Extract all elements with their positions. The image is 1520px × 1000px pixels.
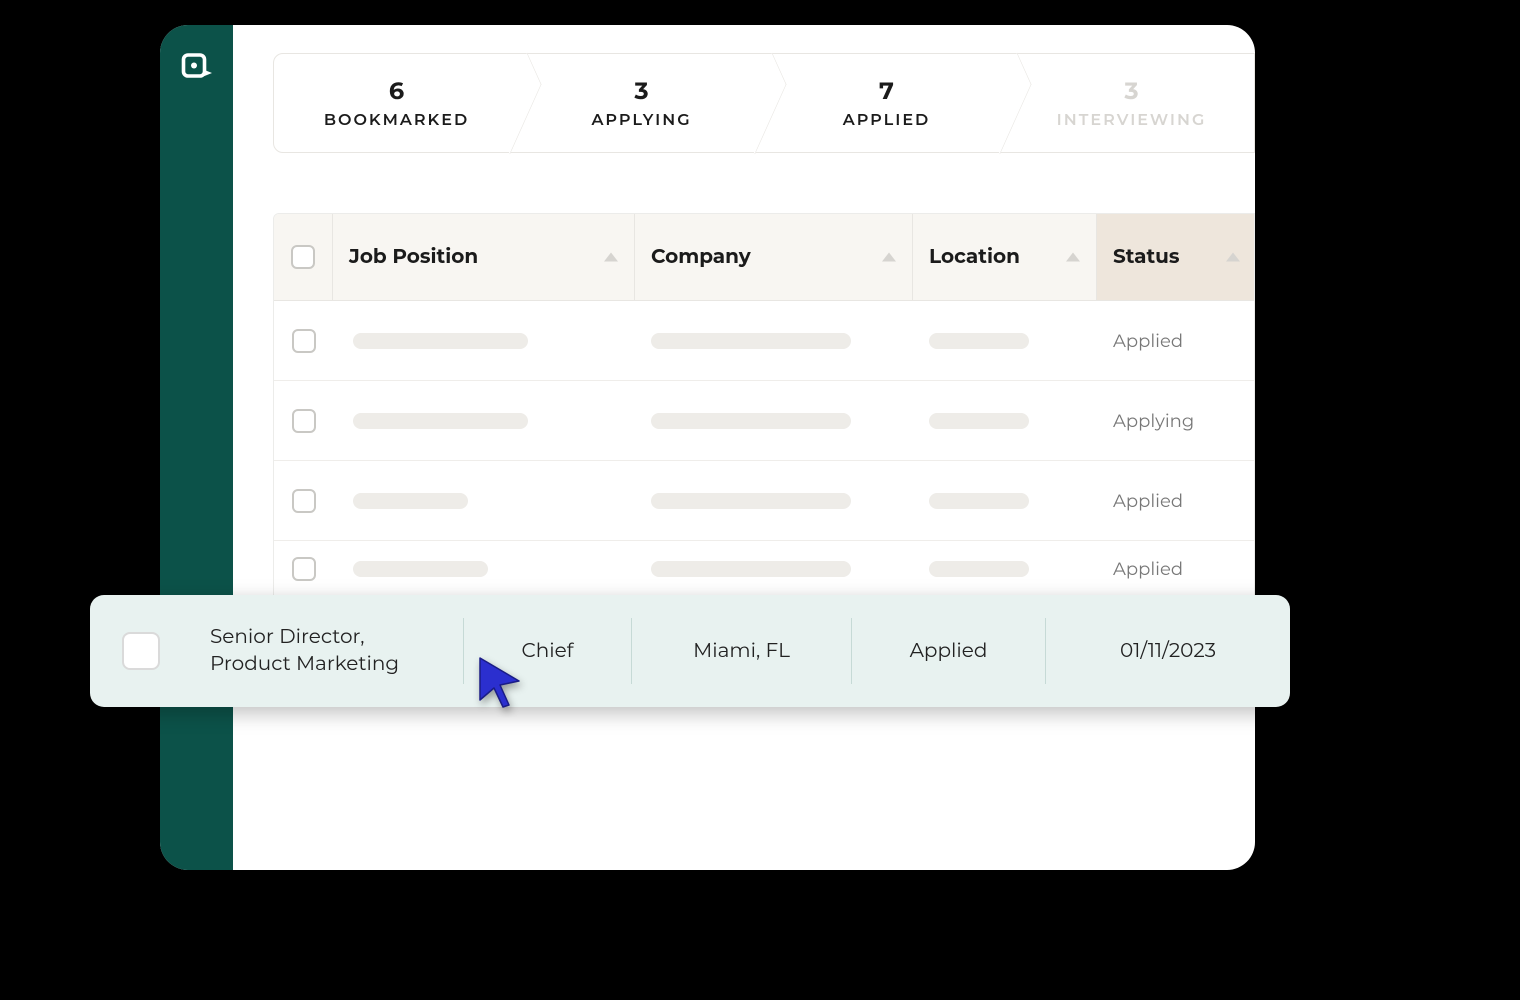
row-checkbox-cell[interactable] <box>274 461 333 540</box>
cell-job-position: Senior Director, Product Marketing <box>190 618 464 684</box>
cell-location <box>913 301 1097 380</box>
cell-status: Applied <box>1097 301 1255 380</box>
status-label: Applied <box>1113 490 1183 512</box>
checkbox-icon <box>292 409 316 433</box>
placeholder-bar-icon <box>651 413 851 429</box>
cell-company <box>635 461 913 540</box>
placeholder-bar-icon <box>353 493 468 509</box>
pipeline-label: APPLYING <box>591 111 691 130</box>
header-label: Job Position <box>349 245 478 269</box>
cell-location <box>913 461 1097 540</box>
placeholder-bar-icon <box>929 333 1029 349</box>
header-status[interactable]: Status <box>1097 214 1255 300</box>
row-checkbox[interactable] <box>122 632 160 670</box>
sort-asc-icon <box>1066 253 1080 262</box>
table-row-highlighted[interactable]: Senior Director, Product Marketing Chief… <box>90 595 1290 707</box>
header-company[interactable]: Company <box>635 214 913 300</box>
cell-status: Applied <box>852 618 1046 684</box>
cell-job-position <box>333 301 635 380</box>
brand-logo-icon <box>179 49 215 90</box>
placeholder-bar-icon <box>651 493 851 509</box>
table-header-row: Job Position Company Location Status <box>274 214 1254 301</box>
cell-location: Miami, FL <box>632 618 852 684</box>
row-checkbox-cell[interactable] <box>274 381 333 460</box>
placeholder-bar-icon <box>929 561 1029 577</box>
checkbox-icon <box>292 489 316 513</box>
status-label: Applied <box>1113 330 1183 352</box>
cell-job-position <box>333 381 635 460</box>
main-area: 6 BOOKMARKED 3 APPLYING 7 APPLIED 3 INTE… <box>233 25 1255 870</box>
pipeline-label: BOOKMARKED <box>324 111 469 130</box>
checkbox-icon <box>292 329 316 353</box>
pipeline-tab-bookmarked[interactable]: 6 BOOKMARKED <box>274 54 519 152</box>
table-row[interactable]: Applying <box>274 381 1254 461</box>
header-job-position[interactable]: Job Position <box>333 214 635 300</box>
checkbox-icon <box>292 557 316 581</box>
sort-asc-icon <box>1226 253 1240 262</box>
cell-company <box>635 301 913 380</box>
placeholder-bar-icon <box>929 493 1029 509</box>
sort-asc-icon <box>882 253 896 262</box>
pipeline-label: INTERVIEWING <box>1057 111 1207 130</box>
cell-company <box>635 381 913 460</box>
status-label: Applying <box>1113 410 1194 432</box>
placeholder-bar-icon <box>353 333 528 349</box>
checkbox-icon <box>291 245 315 269</box>
status-label: Applied <box>1113 558 1183 580</box>
cell-status: Applying <box>1097 381 1255 460</box>
pipeline-count: 3 <box>634 77 648 106</box>
cell-job-position <box>333 461 635 540</box>
cell-location <box>913 381 1097 460</box>
placeholder-bar-icon <box>353 413 528 429</box>
sort-asc-icon <box>604 253 618 262</box>
pipeline-label: APPLIED <box>843 111 931 130</box>
header-location[interactable]: Location <box>913 214 1097 300</box>
header-label: Company <box>651 245 751 269</box>
header-select-all[interactable] <box>274 214 333 300</box>
pipeline-tab-applying[interactable]: 3 APPLYING <box>519 54 764 152</box>
table-row[interactable]: Applied <box>274 301 1254 381</box>
cursor-pointer-icon <box>475 655 525 714</box>
cell-status: Applied <box>1097 461 1255 540</box>
pipeline-tab-interviewing[interactable]: 3 INTERVIEWING <box>1009 54 1254 152</box>
cell-date: 01/11/2023 <box>1046 618 1290 684</box>
header-label: Status <box>1113 245 1180 269</box>
placeholder-bar-icon <box>353 561 488 577</box>
pipeline-count: 7 <box>879 77 894 106</box>
placeholder-bar-icon <box>651 333 851 349</box>
header-label: Location <box>929 245 1020 269</box>
pipeline-tab-applied[interactable]: 7 APPLIED <box>764 54 1009 152</box>
pipeline-tabs: 6 BOOKMARKED 3 APPLYING 7 APPLIED 3 INTE… <box>273 53 1255 153</box>
pipeline-count: 3 <box>1124 77 1138 106</box>
table-row[interactable]: Applied <box>274 461 1254 541</box>
pipeline-count: 6 <box>389 77 404 106</box>
sidebar <box>160 25 233 870</box>
row-checkbox-cell[interactable] <box>274 301 333 380</box>
placeholder-bar-icon <box>651 561 851 577</box>
app-window: 6 BOOKMARKED 3 APPLYING 7 APPLIED 3 INTE… <box>160 25 1255 870</box>
placeholder-bar-icon <box>929 413 1029 429</box>
